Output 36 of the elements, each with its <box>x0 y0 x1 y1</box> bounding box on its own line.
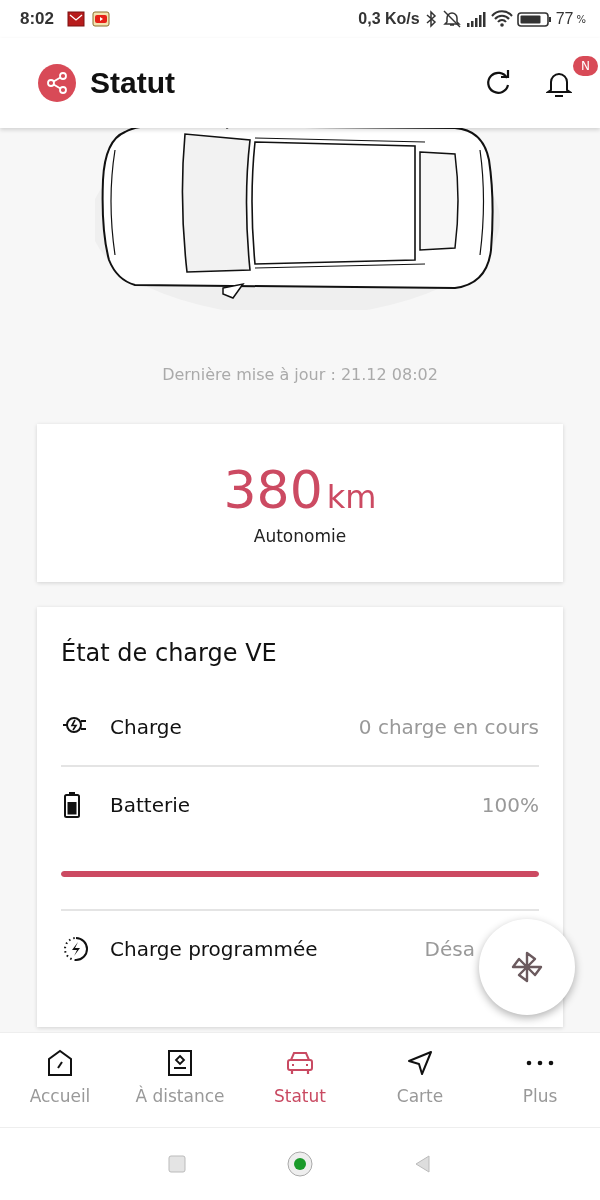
signal-icon <box>465 10 487 28</box>
remote-icon <box>166 1049 194 1077</box>
row-value: 100% <box>481 793 539 817</box>
row-label: Batterie <box>110 793 191 817</box>
nav-tab[interactable]: Statut <box>240 1033 360 1127</box>
navigation-arrow-icon <box>406 1049 434 1077</box>
car-icon <box>286 1049 314 1077</box>
battery-icon <box>516 10 552 28</box>
wifi-icon <box>490 10 513 28</box>
home-button-icon[interactable] <box>287 1151 313 1177</box>
home-icon <box>46 1049 74 1077</box>
card-title: État de charge VE <box>61 639 278 667</box>
nav-tab[interactable]: À distance <box>120 1033 240 1127</box>
range-value: 380 <box>223 460 323 520</box>
row-value: 0 charge en cours <box>358 715 539 739</box>
notification-badge: N <box>573 56 598 76</box>
share-icon[interactable] <box>37 63 77 103</box>
battery-percent: 77 <box>555 10 574 28</box>
range-unit: km <box>326 478 377 516</box>
page-title: Statut <box>90 66 175 100</box>
more-icon <box>526 1060 554 1066</box>
nav-tab[interactable]: Plus <box>480 1033 600 1127</box>
timer-icon <box>61 935 89 963</box>
nav-tab[interactable]: Carte <box>360 1033 480 1127</box>
row-label: Charge programmée <box>110 937 318 961</box>
network-speed: 0,3 Ko/s <box>358 10 420 28</box>
muted-bell-icon <box>441 9 462 29</box>
last-update-text: Dernière mise à jour : 21.12 08:02 <box>162 365 438 384</box>
range-label: Autonomie <box>253 526 347 546</box>
mail-icon <box>67 10 86 28</box>
clock-time: 8:02 <box>20 9 55 29</box>
percent-sign: % <box>576 13 586 25</box>
row-value: Désa <box>424 937 475 961</box>
video-icon <box>92 10 111 28</box>
row-label: Charge <box>110 715 182 739</box>
nav-tab[interactable]: Accueil <box>0 1033 120 1127</box>
